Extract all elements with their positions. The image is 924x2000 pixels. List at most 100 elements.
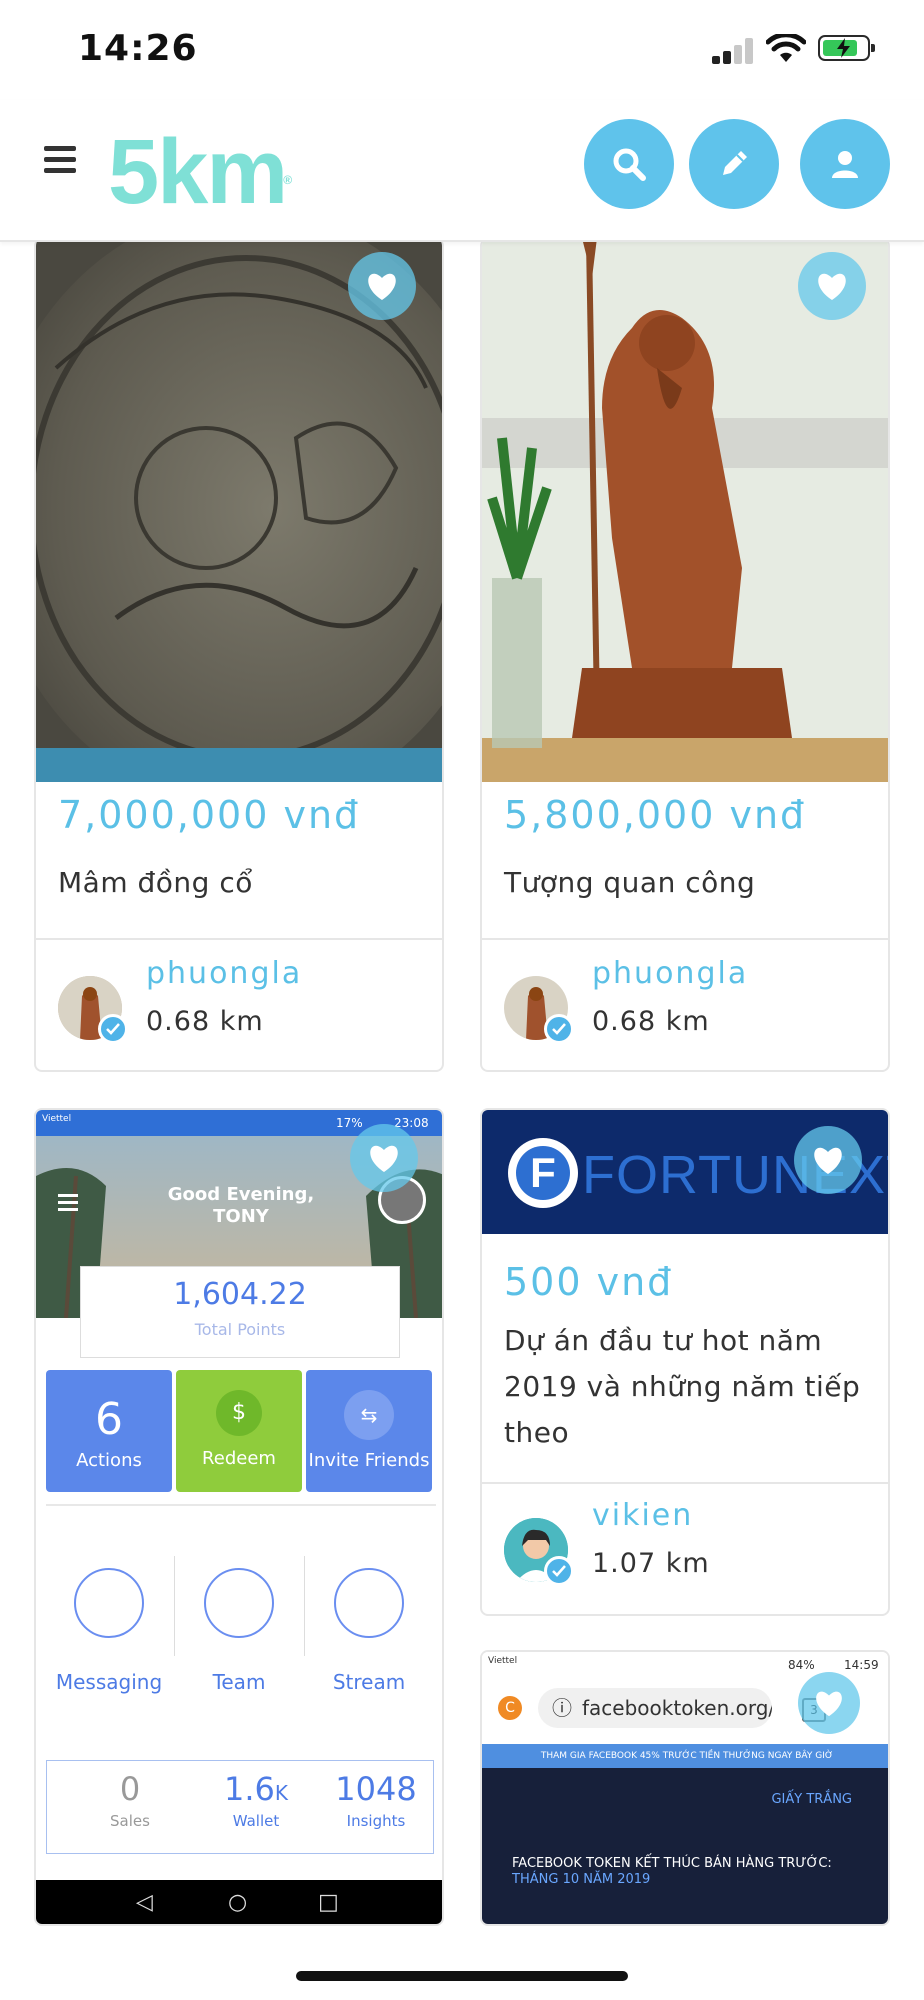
- battery-label: 84%: [788, 1658, 815, 1672]
- points-label: Total Points: [194, 1320, 286, 1339]
- seller-name[interactable]: vikien: [592, 1498, 693, 1533]
- messaging-icon: [74, 1568, 144, 1638]
- listing-price: 500 vnđ: [504, 1260, 674, 1304]
- divider: [304, 1556, 305, 1656]
- invite-tile: ⇆ Invite Friends: [306, 1370, 432, 1492]
- invite-icon: ⇆: [344, 1390, 394, 1440]
- android-nav-bar: ◁ ○ □: [36, 1880, 442, 1924]
- favorite-button[interactable]: [794, 1126, 862, 1194]
- countdown-headline: FACEBOOK TOKEN KẾT THÚC BÁN HÀNG TRƯỚC: …: [512, 1856, 882, 1888]
- verified-check-icon: [544, 1014, 574, 1044]
- seller-distance: 0.68 km: [592, 1006, 710, 1037]
- recents-icon: □: [318, 1890, 339, 1915]
- seller-name[interactable]: phuongla: [592, 956, 748, 991]
- carrier-label: Viettel: [488, 1656, 518, 1666]
- listing-title: Tượng quan công: [504, 866, 756, 899]
- listing-price: 5,800,000 vnđ: [504, 793, 807, 837]
- url-text: facebooktoken.org/: [582, 1696, 772, 1720]
- headline-date: 10 NĂM 2019: [562, 1872, 651, 1887]
- card-divider: [482, 1482, 888, 1484]
- page-body: GIẤY TRẮNG FACEBOOK TOKEN KẾT THÚC BÁN H…: [482, 1768, 888, 1924]
- greeting-line: Good Evening,: [167, 1184, 315, 1205]
- insights-value: 1048: [335, 1770, 417, 1808]
- verified-check-icon: [544, 1556, 574, 1586]
- headline-text: FACEBOOK TOKEN KẾT THÚC BÁN HÀNG TRƯỚC:: [512, 1856, 832, 1871]
- app-header: 5km ®: [0, 100, 924, 242]
- url-bar: ⓘ facebooktoken.org/: [538, 1688, 772, 1728]
- logo-trademark: ®: [283, 173, 293, 187]
- favorite-button[interactable]: [798, 252, 866, 320]
- clock-label: 14:59: [844, 1658, 879, 1672]
- user-icon: [832, 151, 858, 178]
- hamburger-icon: [58, 1194, 78, 1211]
- cellular-signal-icon: [712, 36, 754, 64]
- info-icon: ⓘ: [552, 1696, 572, 1720]
- wallet-stat: 1.6K Wallet: [196, 1770, 316, 1830]
- actions-count: 6: [95, 1394, 123, 1445]
- favorite-button[interactable]: [348, 252, 416, 320]
- heart-icon: [370, 1145, 398, 1172]
- search-button[interactable]: [584, 119, 674, 209]
- seller-distance: 0.68 km: [146, 1006, 264, 1037]
- listing-card[interactable]: 5,800,000 vnđ Tượng quan công phuongla 0…: [480, 238, 890, 1072]
- card-divider: [482, 938, 888, 940]
- listing-card[interactable]: Viettel 17% 23:08 Good Evening, TONY 1,6…: [34, 1108, 444, 1926]
- wallet-value: 1.6: [223, 1770, 275, 1808]
- stream-icon: [334, 1568, 404, 1638]
- app-logo[interactable]: 5km ®: [108, 126, 292, 218]
- favorite-button[interactable]: [350, 1124, 418, 1192]
- wallet-unit: K: [274, 1781, 288, 1805]
- clock: 14:26: [78, 28, 198, 69]
- browser-icon: C: [498, 1696, 522, 1720]
- heart-icon: [368, 273, 396, 300]
- listing-title: Dự án đầu tư hot năm 2019 và những năm t…: [504, 1324, 861, 1449]
- team-label: Team: [212, 1670, 266, 1694]
- avatar[interactable]: [504, 976, 574, 1044]
- hamburger-icon[interactable]: [44, 146, 76, 174]
- team-icon: [204, 1568, 274, 1638]
- sales-stat: 0 Sales: [70, 1770, 190, 1830]
- listing-card[interactable]: Viettel 84% 14:59 C ⓘ facebooktoken.org/…: [480, 1650, 890, 1926]
- divider: [174, 1556, 175, 1656]
- points-panel: 1,604.22 Total Points: [80, 1266, 400, 1358]
- messaging-label: Messaging: [55, 1670, 163, 1694]
- seller-name[interactable]: phuongla: [146, 956, 302, 991]
- pencil-icon: [723, 151, 747, 175]
- avatar[interactable]: [58, 976, 128, 1044]
- seller-distance: 1.07 km: [592, 1548, 710, 1579]
- divider: [46, 1504, 436, 1506]
- sales-label: Sales: [110, 1812, 150, 1830]
- listing-price: 7,000,000 vnđ: [58, 793, 361, 837]
- wallet-label: Wallet: [232, 1812, 280, 1830]
- listing-photo[interactable]: Viettel 17% 23:08 Good Evening, TONY 1,6…: [36, 1110, 442, 1924]
- insights-stat: 1048 Insights: [316, 1770, 436, 1830]
- sales-value: 0: [119, 1770, 141, 1808]
- status-bar: 14:26: [0, 0, 924, 100]
- home-indicator[interactable]: [296, 1971, 628, 1981]
- card-divider: [36, 938, 442, 940]
- invite-label: Invite Friends: [308, 1450, 430, 1471]
- heart-icon: [816, 1691, 842, 1717]
- favorite-button[interactable]: [798, 1672, 860, 1734]
- greeting-name: TONY: [213, 1206, 269, 1227]
- logo-text: 5km: [108, 121, 288, 223]
- carrier-label: Viettel: [42, 1114, 72, 1124]
- stream-label: Stream: [332, 1670, 406, 1694]
- headline-month: THÁNG: [512, 1872, 559, 1887]
- wifi-icon: [766, 34, 806, 62]
- redeem-tile: $ Redeem: [176, 1370, 302, 1492]
- listing-card[interactable]: 7,000,000 vnđ Mâm đồng cổ phuongla 0.68 …: [34, 238, 444, 1072]
- listing-card[interactable]: F FORTUNEXT 500 vnđ Dự án đầu tư hot năm…: [480, 1108, 890, 1616]
- profile-button[interactable]: [800, 119, 890, 209]
- heart-icon: [818, 273, 846, 300]
- redeem-label: Redeem: [202, 1448, 276, 1469]
- listing-title: Mâm đồng cổ: [58, 866, 253, 899]
- post-button[interactable]: [689, 119, 779, 209]
- fortunext-logo-mark: F: [508, 1138, 578, 1208]
- avatar[interactable]: [504, 1518, 574, 1586]
- actions-label: Actions: [76, 1450, 142, 1471]
- search-icon: [613, 148, 646, 181]
- dollar-icon: $: [216, 1390, 262, 1436]
- heart-icon: [814, 1147, 842, 1174]
- whitepaper-link: GIẤY TRẮNG: [771, 1792, 852, 1807]
